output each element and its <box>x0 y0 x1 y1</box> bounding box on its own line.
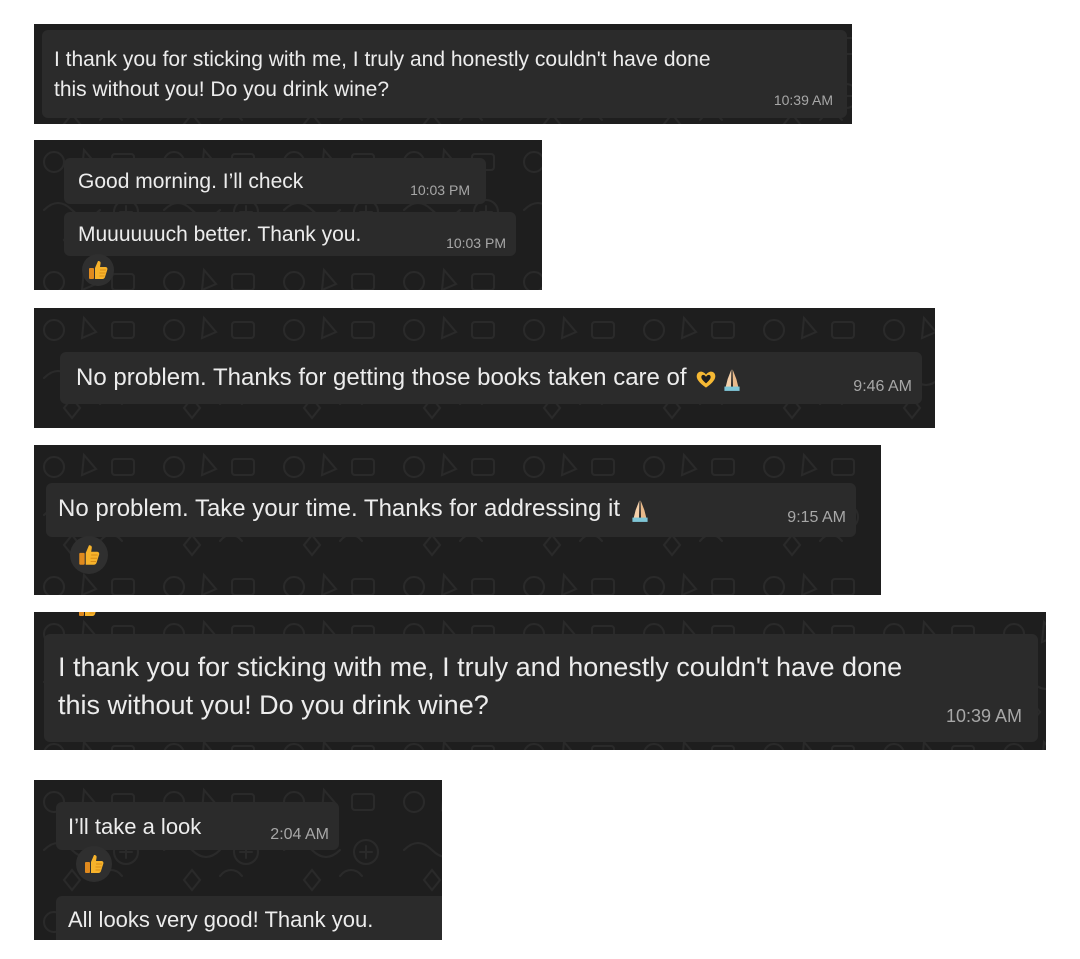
reaction-thumbs-up[interactable] <box>82 254 114 286</box>
message-bubble[interactable]: No problem. Take your time. Thanks for a… <box>46 483 856 537</box>
message-text: this without you! Do you drink wine? <box>54 78 390 101</box>
message-timestamp: 2:04 AM <box>270 826 329 843</box>
message-text-body: No problem. Thanks for getting those boo… <box>76 364 687 391</box>
chat-panel: No problem. Thanks for getting those boo… <box>34 308 935 428</box>
chat-panel: I thank you for sticking with me, I trul… <box>34 24 852 124</box>
message-timestamp: 9:46 AM <box>853 378 912 395</box>
reaction-thumbs-up[interactable] <box>70 536 108 574</box>
message-text: I thank you for sticking with me, I trul… <box>58 652 903 682</box>
chat-panel: I thank you for sticking with me, I trul… <box>34 612 1046 750</box>
message-text: All looks very good! Thank you. <box>68 907 374 932</box>
reaction-thumbs-up[interactable] <box>76 846 112 882</box>
message-bubble[interactable]: I’ll take a look 2:04 AM <box>56 802 339 850</box>
message-text-body: No problem. Take your time. Thanks for a… <box>58 495 621 522</box>
message-text: I’ll take a look <box>68 814 202 839</box>
thumbs-up-icon <box>76 542 102 568</box>
message-text: No problem. Take your time. Thanks for a… <box>58 495 653 523</box>
folded-hands-icon <box>627 497 653 523</box>
message-bubble[interactable]: Good morning. I’ll check 10:03 PM <box>64 158 486 204</box>
message-bubble[interactable]: I thank you for sticking with me, I trul… <box>44 634 1038 742</box>
thumbs-up-icon <box>76 612 100 619</box>
folded-hands-icon <box>719 366 745 392</box>
message-text: this without you! Do you drink wine? <box>58 690 489 720</box>
message-text: Good morning. I’ll check <box>78 170 304 193</box>
message-timestamp: 9:15 AM <box>787 509 846 526</box>
chat-panel: I’ll take a look 2:04 AM All looks very … <box>34 780 442 940</box>
thumbs-up-icon <box>82 852 106 876</box>
message-bubble[interactable]: I thank you for sticking with me, I trul… <box>42 30 847 118</box>
message-bubble[interactable]: Muuuuuuch better. Thank you. 10:03 PM <box>64 212 516 256</box>
message-timestamp: 10:03 PM <box>410 182 470 198</box>
message-timestamp: 10:03 PM <box>446 235 506 251</box>
message-timestamp: 10:39 AM <box>773 92 833 108</box>
chat-panel: Good morning. I’ll check 10:03 PM Muuuuu… <box>34 140 542 290</box>
message-text: Muuuuuuch better. Thank you. <box>78 223 362 246</box>
message-text: No problem. Thanks for getting those boo… <box>76 364 745 392</box>
message-timestamp: 10:39 AM <box>945 706 1022 726</box>
message-text: I thank you for sticking with me, I trul… <box>54 48 711 71</box>
message-bubble[interactable]: No problem. Thanks for getting those boo… <box>60 352 922 404</box>
chat-panel: No problem. Take your time. Thanks for a… <box>34 445 881 595</box>
thumbs-up-icon <box>86 258 110 282</box>
heart-hands-icon <box>693 366 719 392</box>
message-bubble[interactable]: All looks very good! Thank you. <box>56 896 442 940</box>
